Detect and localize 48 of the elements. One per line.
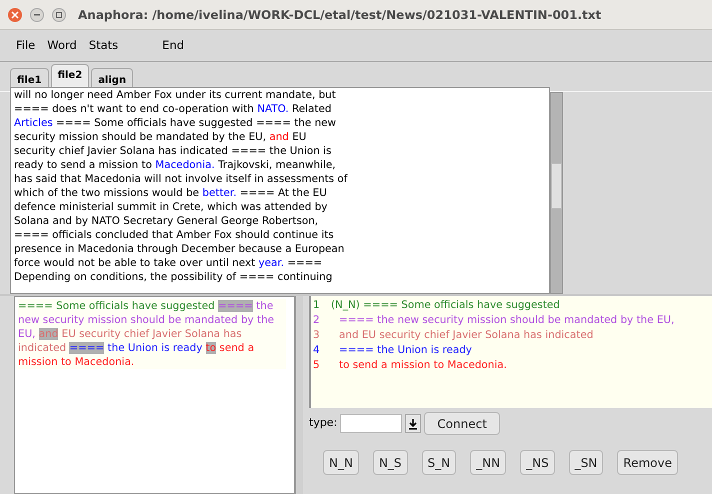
sentence-line: and EU security chief Javier Solana has indicated <box>338 328 594 343</box>
menu-item[interactable]: File <box>16 36 36 54</box>
selected-text: ==== Some officials have suggested ==== the new security mission should be mandated by the EU, and EU security chief Javier Solana has indicated ==== the Union is ready to send a mission to Macedonia. <box>18 299 286 369</box>
menu-item[interactable]: Word <box>47 36 77 54</box>
text-area[interactable]: ==== Some officials have suggested ==== the new security mission should be mandated by the EU, and EU security chief Javier Solana has indicated ==== the Union is ready to send a mission to Macedonia. <box>14 296 296 494</box>
line-number: 1 <box>312 298 321 313</box>
link-button[interactable]: Connect <box>424 412 500 435</box>
text-line: will no longer need Amber Fox under its current mandate, but <box>14 89 336 101</box>
link-button[interactable]: _NN <box>470 450 506 475</box>
text-line: ==== does n't want to end co-operation with NATO. Related <box>14 103 332 115</box>
link-button[interactable]: N_N <box>323 450 359 475</box>
line-number: 3 <box>312 328 321 343</box>
text-line: ==== officials concluded that Amber Fox should continue its <box>14 229 334 241</box>
minimize-icon[interactable] <box>30 8 44 22</box>
type-label: type: <box>309 415 338 432</box>
text-line: Depending on conditions, the possibility of ==== continuing <box>14 271 332 283</box>
text-line: presence in Macedonia through December because a European <box>14 243 344 255</box>
link-button[interactable]: N_S <box>372 450 408 475</box>
line-number: 4 <box>312 343 321 358</box>
text-line: has said that Macedonia will not involve itself in assessments of <box>14 173 348 185</box>
download-icon[interactable] <box>405 414 422 433</box>
line-number: 5 <box>312 358 321 373</box>
text-line: ready to send a mission to Macedonia. Trajkovski, meanwhile, <box>14 159 336 171</box>
sentence-line: (N_N) ==== Some officials have suggested <box>331 298 560 313</box>
text-area[interactable] <box>10 87 550 294</box>
text-line: Solana and by NATO Secretary General George Robertson, <box>14 215 318 227</box>
sentence-line: to send a mission to Macedonia. <box>338 358 507 373</box>
link-button[interactable]: _SN <box>568 450 604 475</box>
text-line: security chief Javier Solana has indicated ==== the Union is <box>14 145 332 157</box>
text-line: defence ministerial summit in Crete, which was attended by <box>14 201 328 213</box>
window-title: Anaphora: /home/ivelina/WORK-DCL/etal/test/News/021031-VALENTIN-001.txt <box>78 6 602 24</box>
sentence-line: ==== the new security mission should be mandated by the EU, <box>338 313 674 328</box>
maximize-icon[interactable] <box>52 8 66 22</box>
sentence-line: ==== the Union is ready <box>338 343 472 358</box>
link-button[interactable]: S_N <box>422 450 456 475</box>
scrollbar[interactable] <box>295 296 303 494</box>
link-button[interactable]: Remove <box>617 450 678 475</box>
link-button[interactable]: _NS <box>520 450 555 475</box>
text-line: which of the two missions would be better. ==== At the EU <box>14 187 327 199</box>
menu-item[interactable]: End <box>162 36 184 54</box>
scrollbar[interactable] <box>550 92 563 294</box>
close-icon[interactable] <box>8 8 22 22</box>
type-field[interactable] <box>340 414 402 433</box>
text-line: Articles ==== Some officials have suggested ==== the new <box>14 117 336 129</box>
menu-item[interactable]: Stats <box>88 36 118 54</box>
text-line: security mission should be mandated by the EU, and EU <box>14 131 306 143</box>
line-number: 2 <box>312 313 321 328</box>
text-line: force would not be able to take over until next year. ==== <box>14 257 322 269</box>
